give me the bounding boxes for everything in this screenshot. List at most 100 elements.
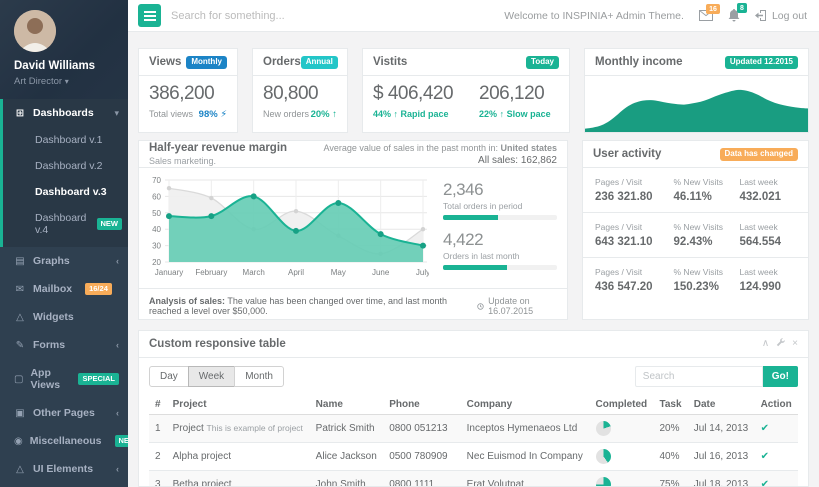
profile-section: David Williams Art Director ▾ (0, 0, 128, 99)
orders-period-label: Total orders in period (443, 201, 557, 211)
sidebar-item-dashboards[interactable]: ⊞ Dashboards ▾ (3, 99, 128, 127)
sidebar-item-mailbox[interactable]: ✉ Mailbox 16/24 (0, 275, 128, 303)
orders-value: 80,800 (263, 83, 337, 105)
column-header-name[interactable]: Name (310, 395, 384, 415)
globe-icon: ◉ (14, 436, 23, 447)
bar-chart-icon: ▤ (14, 256, 26, 267)
column-header-action[interactable]: Action (755, 395, 798, 415)
notifications-badge: 8 (737, 3, 747, 13)
sidebar-item-dashboard-v-3[interactable]: Dashboard v.3 (3, 179, 128, 205)
messages-badge: 16 (706, 4, 720, 14)
cell-project: Alpha project (167, 443, 310, 471)
stats-row: Views Monthly 386,200 Total views 98% ⚡ … (138, 48, 809, 133)
views-panel: Views Monthly 386,200 Total views 98% ⚡ (138, 48, 238, 133)
activity-cell: Pages / Visit236 321.80 (595, 177, 674, 203)
sidebar-item-label: App Views (30, 367, 65, 391)
svg-text:January: January (155, 268, 183, 277)
search-input[interactable] (171, 10, 391, 22)
revenue-line-chart: 203040506070JanuaryFebruaryMarchAprilMay… (147, 174, 429, 286)
svg-text:July: July (416, 268, 429, 277)
column-header-date[interactable]: Date (688, 395, 755, 415)
cell-date: Jul 16, 2013 (688, 443, 755, 471)
orders-month-value: 4,422 (443, 230, 557, 250)
cell-company: Nec Euismod In Company (461, 443, 590, 471)
go-button[interactable]: Go! (763, 366, 798, 387)
table-row[interactable]: 2 Alpha project Alice Jackson 0500 78090… (149, 443, 798, 471)
bolt-icon: ⚡ (220, 109, 227, 120)
level-up-icon: ↑ (500, 109, 505, 119)
messages-button[interactable]: 16 (699, 10, 713, 21)
cell-completed (590, 471, 654, 487)
pie-chart-icon (596, 449, 611, 464)
flask-icon: △ (14, 312, 26, 323)
sidebar-item-label: Other Pages (33, 407, 95, 419)
panel-title: Half-year revenue margin (149, 142, 287, 154)
cell-action[interactable]: ✔ (755, 471, 798, 487)
column-header-task[interactable]: Task (654, 395, 688, 415)
logout-label: Log out (772, 10, 807, 22)
menu-toggle-button[interactable] (138, 4, 161, 27)
cell-name: Alice Jackson (310, 443, 384, 471)
main-area: Welcome to INSPINIA+ Admin Theme. 16 8 L… (128, 0, 819, 487)
column-header-num[interactable]: # (149, 395, 167, 415)
range-month-button[interactable]: Month (234, 366, 284, 387)
range-day-button[interactable]: Day (149, 366, 189, 387)
close-icon[interactable]: × (792, 339, 798, 349)
cell-num: 3 (149, 471, 167, 487)
sidebar-item-graphs[interactable]: ▤ Graphs ‹ (0, 247, 128, 275)
panel-subtitle: Sales marketing. (149, 156, 287, 166)
sidebar-item-app-views[interactable]: ▢ App Views SPECIAL (0, 359, 128, 399)
cell-phone: 0800 051213 (383, 415, 460, 443)
pencil-icon: ✎ (14, 340, 26, 351)
avatar[interactable] (14, 10, 56, 52)
column-header-phone[interactable]: Phone (383, 395, 460, 415)
monthly-income-panel: Monthly income Updated 12.2015 (584, 48, 809, 133)
range-week-button[interactable]: Week (188, 366, 235, 387)
sidebar-badge: 16/24 (85, 283, 112, 295)
sidebar-item-dashboard-v-2[interactable]: Dashboard v.2 (3, 153, 128, 179)
sidebar-item-forms[interactable]: ✎ Forms ‹ (0, 331, 128, 359)
sidebar-item-ui-elements[interactable]: △ UI Elements ‹ (0, 455, 128, 483)
panel-title: Monthly income (595, 56, 683, 68)
check-icon: ✔ (761, 423, 769, 434)
logout-button[interactable]: Log out (755, 10, 807, 22)
table-search-input[interactable] (635, 366, 763, 387)
level-up-icon: ↑ (332, 109, 337, 120)
wrench-icon[interactable] (776, 338, 785, 350)
th-large-icon: ⊞ (14, 108, 26, 119)
orders-panel: Orders Annual 80,800 New orders 20% ↑ (252, 48, 348, 133)
cell-phone: 0800 1111 (383, 471, 460, 487)
activity-cell: Last week564.554 (739, 222, 796, 248)
top-navbar: Welcome to INSPINIA+ Admin Theme. 16 8 L… (128, 0, 819, 32)
cell-action[interactable]: ✔ (755, 415, 798, 443)
cell-action[interactable]: ✔ (755, 443, 798, 471)
sidebar-item-widgets[interactable]: △ Widgets (0, 303, 128, 331)
svg-text:April: April (288, 268, 304, 277)
column-header-company[interactable]: Company (461, 395, 590, 415)
sidebar-item-dashboard-v-1[interactable]: Dashboard v.1 (3, 127, 128, 153)
table-row[interactable]: 3 Betha project John Smith 0800 1111 Era… (149, 471, 798, 487)
sign-out-icon (755, 10, 767, 21)
revenue-summary: Average value of sales in the past month… (324, 143, 557, 166)
chevron-left-icon: ‹ (116, 256, 119, 266)
sidebar-item-grid-options[interactable]: ▦ Grid options (0, 483, 128, 487)
panel-tools: ∧ × (762, 338, 798, 350)
column-header-project[interactable]: Project (167, 395, 310, 415)
table-row[interactable]: 1 Project This is example of project Pat… (149, 415, 798, 443)
level-up-icon: ↑ (394, 109, 399, 119)
sidebar-item-miscellaneous[interactable]: ◉ Miscellaneous NEW (0, 427, 128, 455)
column-header-completed[interactable]: Completed (590, 395, 654, 415)
sidebar-item-label: Miscellaneous (30, 435, 102, 447)
collapse-icon[interactable]: ∧ (762, 339, 769, 349)
sidebar-item-other-pages[interactable]: ▣ Other Pages ‹ (0, 399, 128, 427)
user-role-dropdown[interactable]: Art Director ▾ (14, 76, 118, 87)
user-activity-panel: User activity Data has changed Pages / V… (582, 140, 809, 320)
sidebar-item-dashboard-v-4[interactable]: Dashboard v.4NEW (3, 205, 128, 243)
progress-bar (443, 215, 557, 220)
cell-company: Inceptos Hymenaeos Ltd (461, 415, 590, 443)
check-icon: ✔ (761, 451, 769, 462)
responsive-table-panel: Custom responsive table ∧ × DayWeekMonth (138, 330, 809, 487)
svg-text:70: 70 (152, 176, 161, 185)
notifications-button[interactable]: 8 (728, 9, 740, 22)
activity-row: Pages / Visit643 321.10% New Visits92.43… (583, 213, 808, 258)
